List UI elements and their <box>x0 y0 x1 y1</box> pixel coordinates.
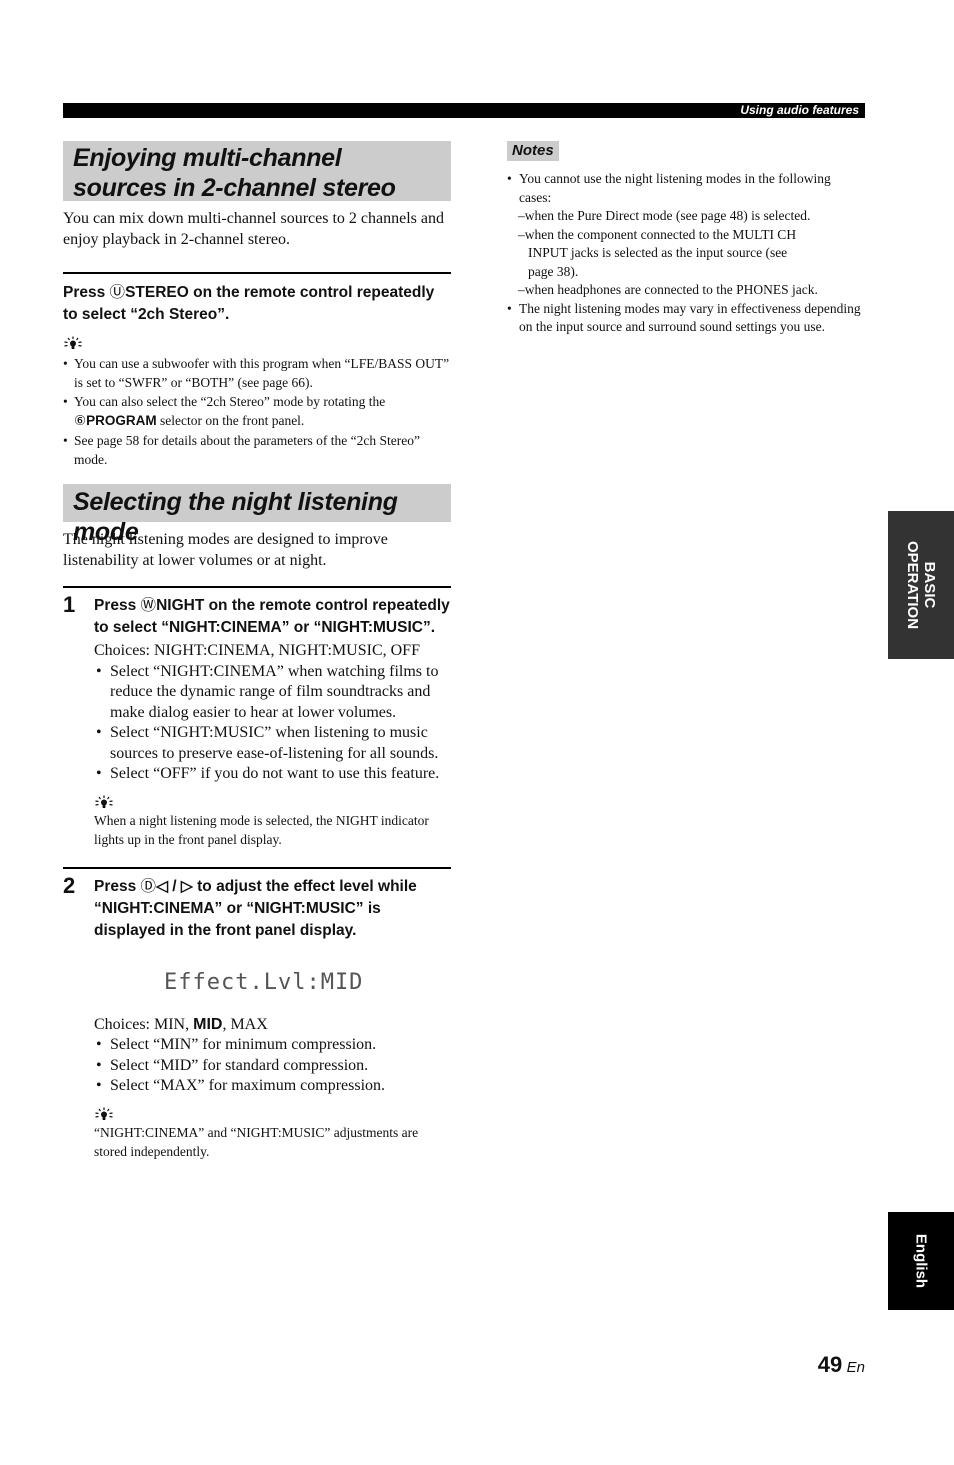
right-column: Notes You cannot use the night listening… <box>507 141 865 337</box>
step-instruction: Press Ⓓ◁ / ▷ to adjust the effect level … <box>94 876 417 939</box>
left-column: Enjoying multi-channel sources in 2-chan… <box>63 141 451 1161</box>
notes-list: You cannot use the night listening modes… <box>507 170 865 337</box>
section-label: Using audio features <box>740 103 859 117</box>
divider <box>63 866 451 869</box>
note-subitem: –when the component connected to the MUL… <box>518 226 797 279</box>
list-item: Select “MIN” for minimum compression. <box>94 1035 451 1056</box>
divider <box>63 586 451 588</box>
lightbulb-tip-icon <box>95 1107 113 1120</box>
remote-key-d-icon: Ⓓ <box>140 876 157 895</box>
notes-heading: Notes <box>507 141 559 161</box>
remote-key-w-icon: Ⓦ <box>140 596 157 614</box>
choices-text: Choices: MIN, MID, MAX <box>94 1015 268 1033</box>
note-subitem: –when the Pure Direct mode (see page 48)… <box>518 208 811 223</box>
choices-list: Select “NIGHT:CINEMA” when watching film… <box>94 662 451 785</box>
choices-list: Select “MIN” for minimum compression. Se… <box>94 1035 451 1097</box>
note-item: The night listening modes may vary in ef… <box>507 300 865 337</box>
chapter-tab-basic-operation[interactable]: BASIC OPERATION <box>888 511 954 659</box>
lightbulb-tip-icon <box>64 336 82 349</box>
key-label: STEREO <box>125 284 189 301</box>
instruction-stereo: Press ⓊSTEREO on the remote control repe… <box>63 283 435 323</box>
step-number: 1 <box>63 592 76 617</box>
language-tab-english[interactable]: English <box>888 1212 954 1310</box>
choices-text: Choices: NIGHT:CINEMA, NIGHT:MUSIC, OFF <box>94 642 420 659</box>
note-item: You cannot use the night listening modes… <box>507 170 865 300</box>
divider <box>63 272 451 274</box>
lightbulb-tip-icon <box>95 795 113 808</box>
section-title-stereo: Enjoying multi-channel sources in 2-chan… <box>63 141 451 202</box>
list-item: Select “MAX” for maximum compression. <box>94 1076 451 1097</box>
tip-item: You can also select the “2ch Stereo” mod… <box>63 392 451 431</box>
tip-item: You can use a subwoofer with this progra… <box>63 354 451 392</box>
list-item: Select “NIGHT:CINEMA” when watching film… <box>94 662 451 724</box>
header-bar: Using audio features <box>63 103 865 118</box>
tips-list-stereo: You can use a subwoofer with this progra… <box>63 354 451 469</box>
remote-key-u-icon: Ⓤ <box>109 283 126 301</box>
left-right-arrows-icon: ◁ / ▷ <box>156 877 193 895</box>
note-subitem: –when headphones are connected to the PH… <box>518 282 818 297</box>
tip-text: “NIGHT:CINEMA” and “NIGHT:MUSIC” adjustm… <box>94 1124 419 1159</box>
section-intro-night: The night listening modes are designed t… <box>63 531 388 569</box>
step-2: 2 Press Ⓓ◁ / ▷ to adjust the effect leve… <box>63 872 451 1161</box>
step-instruction: Press ⓌNIGHT on the remote control repea… <box>94 596 450 636</box>
step-number: 2 <box>63 872 76 898</box>
list-item: Select “MID” for standard compression. <box>94 1056 451 1077</box>
front-panel-key-6-icon: ⑥ <box>74 413 87 429</box>
step-1: 1 Press ⓌNIGHT on the remote control rep… <box>63 592 451 849</box>
page-number: 49 En <box>817 1352 865 1377</box>
front-panel-display-readout: Effect.Lvl:MID <box>164 969 364 995</box>
default-choice: MID <box>193 1015 223 1033</box>
list-item: Select “OFF” if you do not want to use t… <box>94 764 451 785</box>
tip-item: See page 58 for details about the parame… <box>63 431 451 469</box>
section-title-night: Selecting the night listening mode <box>63 484 451 546</box>
section-intro-stereo: You can mix down multi-channel sources t… <box>63 210 444 248</box>
tip-text: When a night listening mode is selected,… <box>94 812 429 847</box>
list-item: Select “NIGHT:MUSIC” when listening to m… <box>94 723 451 764</box>
